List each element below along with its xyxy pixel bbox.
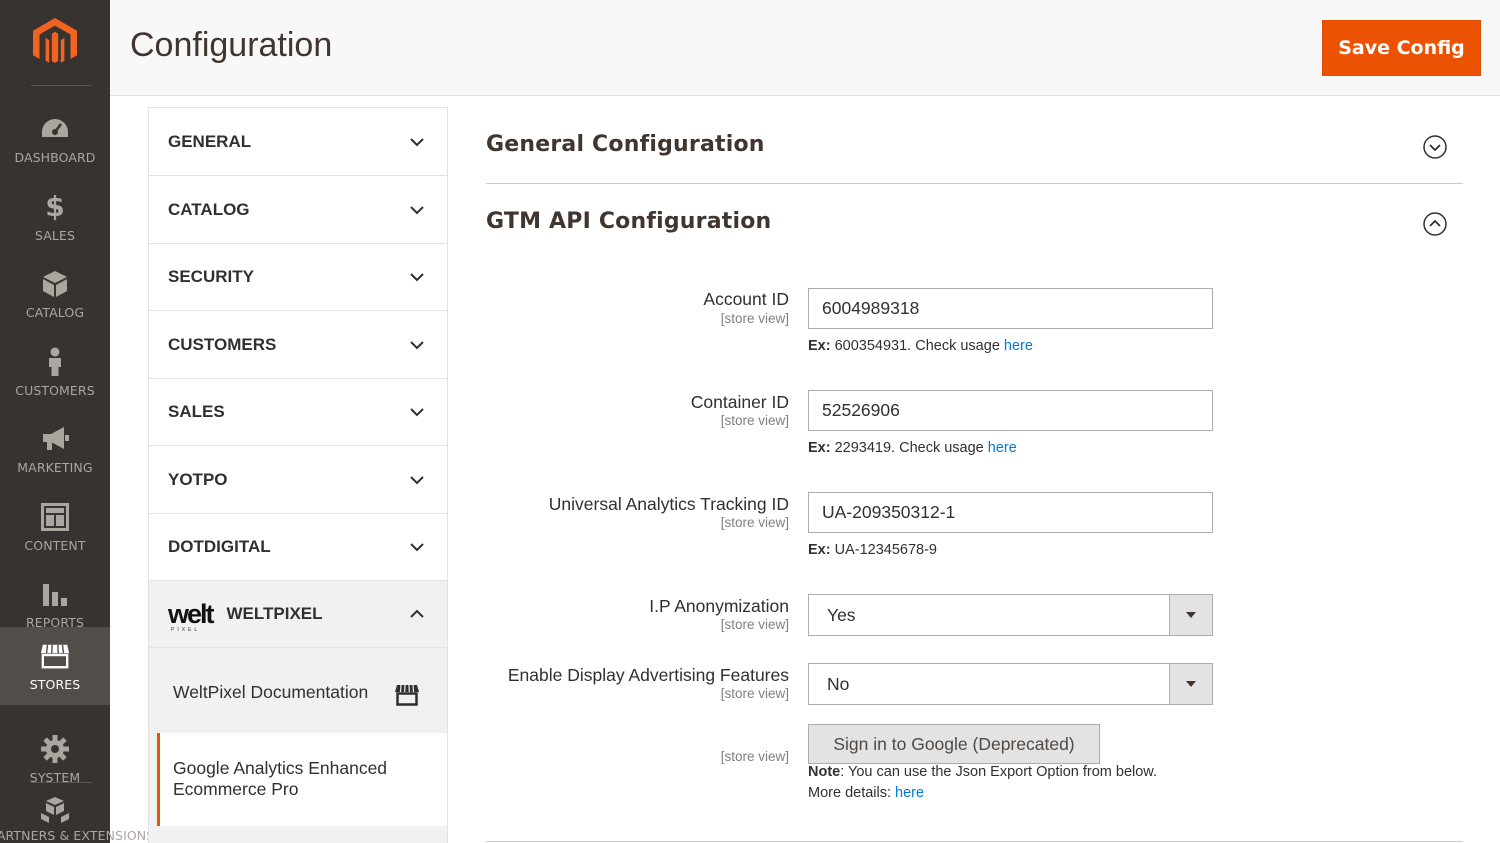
store-view-scope: [store view]	[720, 515, 789, 530]
store-view-scope: [store view]	[720, 311, 789, 326]
ip-anonymization-select[interactable]: Yes	[808, 594, 1213, 636]
config-tabs-menu: GENERAL CATALOG SECURITY CUSTOMERS SALES…	[148, 107, 448, 843]
section-divider	[486, 183, 1463, 184]
ga-enhanced-ecommerce-pro-link[interactable]: Google Analytics Enhanced Ecommerce Pro	[157, 733, 447, 826]
config-tab-dotdigital[interactable]: DOTDIGITAL	[149, 514, 447, 581]
google-note-more: More details: here	[808, 785, 925, 801]
general-configuration-header[interactable]: General Configuration	[486, 132, 765, 157]
google-more-details-link[interactable]: here	[895, 785, 924, 801]
cube-icon	[40, 269, 70, 299]
weltpixel-submenu: WeltPixel Documentation Google Analytics…	[149, 648, 447, 843]
gear-icon	[40, 734, 70, 764]
chevron-down-icon	[410, 273, 424, 282]
ua-tracking-id-input[interactable]	[808, 492, 1213, 533]
sidebar-item-stores[interactable]: STORES	[0, 627, 110, 705]
container-id-note: Ex: 2293419. Check usage here	[808, 440, 1017, 456]
sidebar-divider	[31, 85, 92, 86]
config-tab-weltpixel[interactable]: welt PIXEL WELTPIXEL	[149, 581, 447, 648]
bar-chart-icon	[40, 579, 70, 609]
sidebar-item-catalog[interactable]: CATALOG	[0, 255, 110, 333]
chevron-down-icon	[410, 340, 424, 349]
collapse-toggle-icon[interactable]	[1423, 212, 1447, 236]
sidebar-item-marketing[interactable]: MARKETING	[0, 410, 110, 488]
megaphone-icon	[40, 424, 70, 454]
config-tab-yotpo[interactable]: YOTPO	[149, 446, 447, 514]
ip-anonymization-label: I.P Anonymization	[649, 596, 789, 616]
dashboard-icon	[40, 114, 70, 144]
container-id-usage-link[interactable]: here	[988, 440, 1017, 456]
config-tab-customers[interactable]: CUSTOMERS	[149, 311, 447, 379]
magento-logo[interactable]	[0, 0, 110, 86]
storefront-icon	[395, 684, 419, 706]
dropdown-arrow-icon	[1169, 664, 1212, 704]
magento-logo-icon	[33, 18, 77, 63]
chevron-down-icon	[410, 408, 424, 417]
page-header: Configuration Save Config	[110, 0, 1500, 96]
page-title: Configuration	[130, 26, 333, 64]
store-view-scope: [store view]	[720, 686, 789, 701]
weltpixel-documentation-link[interactable]: WeltPixel Documentation	[173, 682, 368, 703]
display-advertising-select[interactable]: No	[808, 663, 1213, 705]
account-id-usage-link[interactable]: here	[1004, 338, 1033, 354]
account-id-label: Account ID	[703, 289, 789, 309]
store-view-scope: [store view]	[720, 749, 789, 764]
ua-tracking-id-label: Universal Analytics Tracking ID	[548, 494, 789, 514]
account-id-note: Ex: 600354931. Check usage here	[808, 338, 1033, 354]
chevron-down-icon	[410, 475, 424, 484]
sidebar-item-content[interactable]: CONTENT	[0, 488, 110, 566]
boxes-icon	[40, 795, 70, 825]
person-icon	[40, 347, 70, 377]
config-tab-catalog[interactable]: CATALOG	[149, 176, 447, 244]
sidebar-item-customers[interactable]: CUSTOMERS	[0, 333, 110, 411]
google-note: Note: You can use the Json Export Option…	[808, 764, 1158, 780]
dollar-icon: $	[45, 190, 65, 223]
store-view-scope: [store view]	[720, 413, 789, 428]
container-id-label: Container ID	[690, 392, 789, 412]
sign-in-google-button[interactable]: Sign in to Google (Deprecated)	[808, 724, 1100, 764]
sidebar-item-dashboard[interactable]: DASHBOARD	[0, 100, 110, 178]
sidebar-item-sales[interactable]: $ SALES	[0, 178, 110, 256]
expand-toggle-icon[interactable]	[1423, 135, 1447, 159]
container-id-input[interactable]	[808, 390, 1213, 431]
display-advertising-label: Enable Display Advertising Features	[507, 665, 789, 685]
dropdown-arrow-icon	[1169, 595, 1212, 635]
config-tab-security[interactable]: SECURITY	[149, 244, 447, 311]
section-divider	[486, 841, 1463, 842]
sidebar-item-system[interactable]: SYSTEM	[0, 720, 110, 798]
ua-tracking-id-note: Ex: UA-12345678-9	[808, 542, 937, 558]
admin-sidebar: DASHBOARD $ SALES CATALOG CUSTOMERS MARK…	[0, 0, 154, 843]
config-tab-sales[interactable]: SALES	[149, 379, 447, 446]
chevron-down-icon	[410, 137, 424, 146]
store-view-scope: [store view]	[720, 617, 789, 632]
layout-icon	[40, 502, 70, 532]
save-config-button[interactable]: Save Config	[1322, 20, 1481, 76]
gtm-api-configuration-header[interactable]: GTM API Configuration	[486, 209, 771, 234]
chevron-down-icon	[410, 205, 424, 214]
storefront-icon	[40, 641, 70, 671]
config-tab-general[interactable]: GENERAL	[149, 108, 447, 176]
chevron-down-icon	[410, 543, 424, 552]
sidebar-item-find-partners[interactable]: FIND PARTNERS & EXTENSIONS	[0, 795, 154, 843]
weltpixel-logo: welt PIXEL	[168, 598, 214, 633]
account-id-input[interactable]	[808, 288, 1213, 329]
sidebar-divider	[31, 782, 92, 783]
chevron-up-icon	[410, 609, 424, 618]
